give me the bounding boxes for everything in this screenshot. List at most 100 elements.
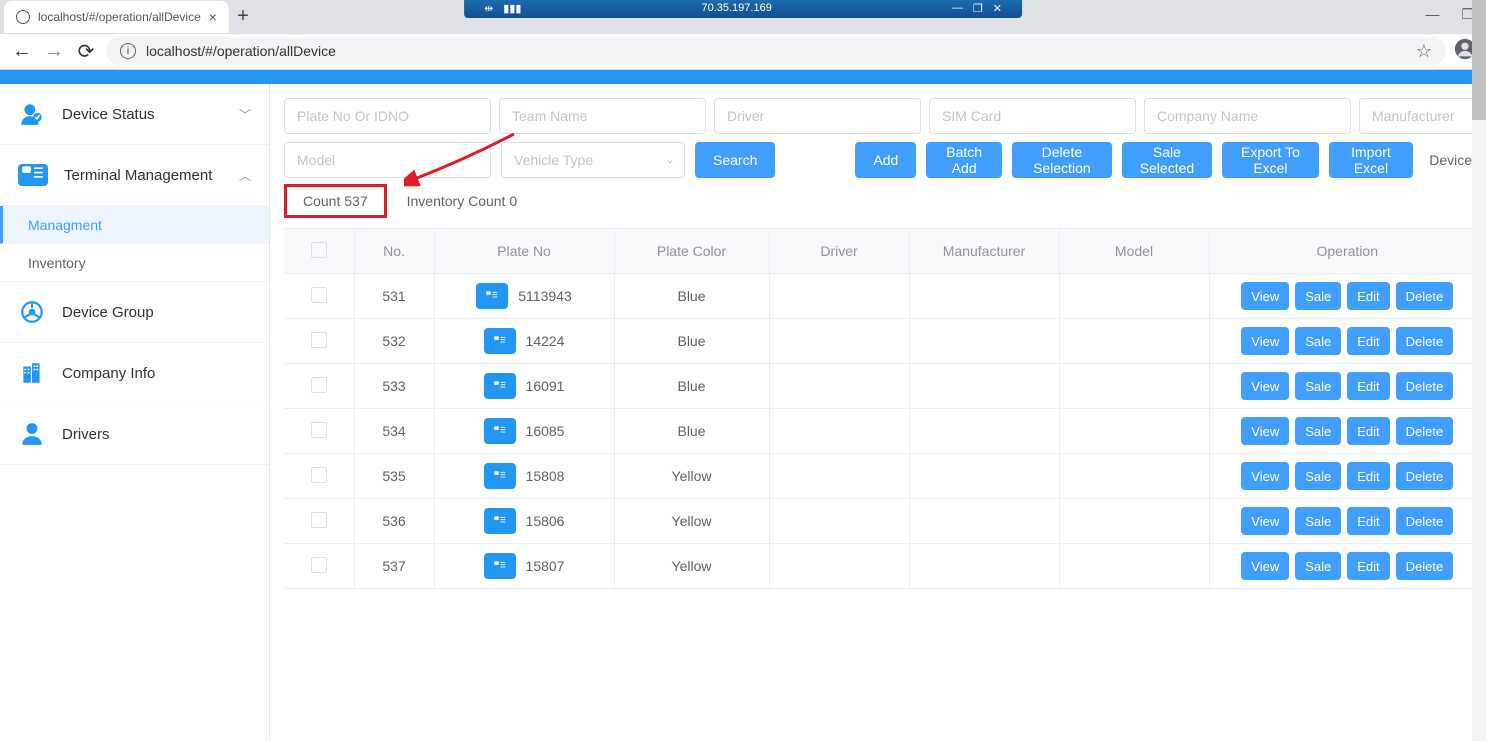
url-field[interactable]: i localhost/#/operation/allDevice ☆ bbox=[106, 37, 1446, 65]
browser-tab[interactable]: localhost/#/operation/allDevice × bbox=[4, 1, 229, 33]
driver-input[interactable] bbox=[714, 98, 921, 134]
cell-manufacturer bbox=[909, 274, 1059, 319]
sale-button[interactable]: Sale bbox=[1295, 417, 1341, 445]
new-tab-button[interactable]: + bbox=[229, 5, 257, 28]
sidebar-item-device-group[interactable]: Device Group bbox=[0, 282, 269, 343]
scrollbar-thumb[interactable] bbox=[1472, 0, 1486, 120]
delete-button[interactable]: Delete bbox=[1396, 462, 1454, 490]
steering-wheel-icon bbox=[18, 298, 46, 326]
delete-button[interactable]: Delete bbox=[1396, 327, 1454, 355]
cell-operation: ViewSaleEditDelete bbox=[1209, 499, 1486, 544]
edit-button[interactable]: Edit bbox=[1347, 462, 1389, 490]
minimize-remote-icon[interactable]: — bbox=[952, 2, 963, 14]
cell-manufacturer bbox=[909, 364, 1059, 409]
sale-button[interactable]: Sale bbox=[1295, 282, 1341, 310]
delete-button[interactable]: Delete bbox=[1396, 552, 1454, 580]
row-checkbox[interactable] bbox=[311, 422, 327, 438]
address-bar: ← → ⟳ i localhost/#/operation/allDevice … bbox=[0, 34, 1486, 69]
window-minimize-icon[interactable]: — bbox=[1425, 6, 1439, 23]
sidebar-item-label: Device Group bbox=[62, 304, 251, 321]
cell-plate: 14224 bbox=[434, 319, 614, 364]
team-name-input[interactable] bbox=[499, 98, 706, 134]
cell-model bbox=[1059, 544, 1209, 589]
table-row: 53615806YellowViewSaleEditDelete bbox=[284, 499, 1486, 544]
plate-idno-input[interactable] bbox=[284, 98, 491, 134]
search-button[interactable]: Search bbox=[695, 142, 775, 178]
sale-button[interactable]: Sale bbox=[1295, 372, 1341, 400]
sidebar-item-device-status[interactable]: Device Status ﹀ bbox=[0, 84, 269, 145]
batch-add-button[interactable]: Batch Add bbox=[926, 142, 1002, 178]
cell-no: 534 bbox=[354, 409, 434, 454]
edit-button[interactable]: Edit bbox=[1347, 417, 1389, 445]
view-button[interactable]: View bbox=[1241, 507, 1289, 535]
cell-plate: 16085 bbox=[434, 409, 614, 454]
page-scrollbar[interactable] bbox=[1472, 0, 1486, 741]
cell-no: 533 bbox=[354, 364, 434, 409]
cell-color: Blue bbox=[614, 319, 769, 364]
delete-button[interactable]: Delete bbox=[1396, 372, 1454, 400]
nav-forward-icon[interactable]: → bbox=[42, 40, 66, 63]
delete-button[interactable]: Delete bbox=[1396, 417, 1454, 445]
export-excel-button[interactable]: Export To Excel bbox=[1222, 142, 1319, 178]
view-button[interactable]: View bbox=[1241, 552, 1289, 580]
delete-button[interactable]: Delete bbox=[1396, 282, 1454, 310]
delete-button[interactable]: Delete bbox=[1396, 507, 1454, 535]
cell-driver bbox=[769, 454, 909, 499]
add-button[interactable]: Add bbox=[855, 142, 916, 178]
row-checkbox[interactable] bbox=[311, 377, 327, 393]
remote-session-banner: ⇹ ▮▮▮ 70.35.197.169 — ❐ ✕ bbox=[464, 0, 1022, 18]
plate-badge-icon bbox=[476, 283, 508, 309]
site-info-icon[interactable]: i bbox=[120, 43, 136, 59]
row-checkbox[interactable] bbox=[311, 287, 327, 303]
sidebar-subitem-label: Inventory bbox=[28, 255, 86, 271]
cell-model bbox=[1059, 409, 1209, 454]
sidebar-item-drivers[interactable]: Drivers bbox=[0, 404, 269, 465]
sim-card-input[interactable] bbox=[929, 98, 1136, 134]
tab-close-icon[interactable]: × bbox=[209, 9, 217, 25]
edit-button[interactable]: Edit bbox=[1347, 372, 1389, 400]
restore-remote-icon[interactable]: ❐ bbox=[973, 2, 983, 15]
view-button[interactable]: View bbox=[1241, 372, 1289, 400]
sidebar-subitem-management[interactable]: Managment bbox=[0, 206, 269, 244]
vehicle-type-select[interactable] bbox=[501, 142, 685, 178]
bookmark-star-icon[interactable]: ☆ bbox=[1416, 41, 1432, 62]
view-button[interactable]: View bbox=[1241, 417, 1289, 445]
cell-operation: ViewSaleEditDelete bbox=[1209, 364, 1486, 409]
sale-button[interactable]: Sale bbox=[1295, 507, 1341, 535]
sidebar-subitem-inventory[interactable]: Inventory bbox=[0, 244, 269, 282]
import-excel-button[interactable]: Import Excel bbox=[1329, 142, 1414, 178]
sale-button[interactable]: Sale bbox=[1295, 552, 1341, 580]
model-input[interactable] bbox=[284, 142, 491, 178]
edit-button[interactable]: Edit bbox=[1347, 552, 1389, 580]
sidebar-item-company-info[interactable]: Company Info bbox=[0, 343, 269, 404]
row-checkbox[interactable] bbox=[311, 467, 327, 483]
edit-button[interactable]: Edit bbox=[1347, 282, 1389, 310]
close-remote-icon[interactable]: ✕ bbox=[993, 2, 1002, 15]
pin-icon[interactable]: ⇹ bbox=[484, 2, 493, 15]
view-button[interactable]: View bbox=[1241, 462, 1289, 490]
company-name-input[interactable] bbox=[1144, 98, 1351, 134]
row-checkbox[interactable] bbox=[311, 332, 327, 348]
cell-model bbox=[1059, 274, 1209, 319]
cell-driver bbox=[769, 544, 909, 589]
nav-back-icon[interactable]: ← bbox=[10, 40, 34, 63]
select-all-checkbox[interactable] bbox=[311, 242, 327, 258]
sale-button[interactable]: Sale bbox=[1295, 462, 1341, 490]
globe-icon bbox=[16, 10, 30, 24]
cell-operation: ViewSaleEditDelete bbox=[1209, 409, 1486, 454]
row-checkbox[interactable] bbox=[311, 512, 327, 528]
nav-reload-icon[interactable]: ⟳ bbox=[74, 39, 98, 64]
view-button[interactable]: View bbox=[1241, 282, 1289, 310]
sidebar-item-terminal-management[interactable]: Terminal Management ︿ bbox=[0, 145, 269, 206]
sale-button[interactable]: Sale bbox=[1295, 327, 1341, 355]
manufacturer-input[interactable] bbox=[1359, 98, 1486, 134]
sale-selected-button[interactable]: Sale Selected bbox=[1122, 142, 1212, 178]
delete-selection-button[interactable]: Delete Selection bbox=[1012, 142, 1112, 178]
row-checkbox[interactable] bbox=[311, 557, 327, 573]
signal-icon[interactable]: ▮▮▮ bbox=[503, 2, 521, 15]
edit-button[interactable]: Edit bbox=[1347, 327, 1389, 355]
edit-button[interactable]: Edit bbox=[1347, 507, 1389, 535]
view-button[interactable]: View bbox=[1241, 327, 1289, 355]
device-table: No. Plate No Plate Color Driver Manufact… bbox=[284, 228, 1486, 589]
cell-plate: 5113943 bbox=[434, 274, 614, 319]
